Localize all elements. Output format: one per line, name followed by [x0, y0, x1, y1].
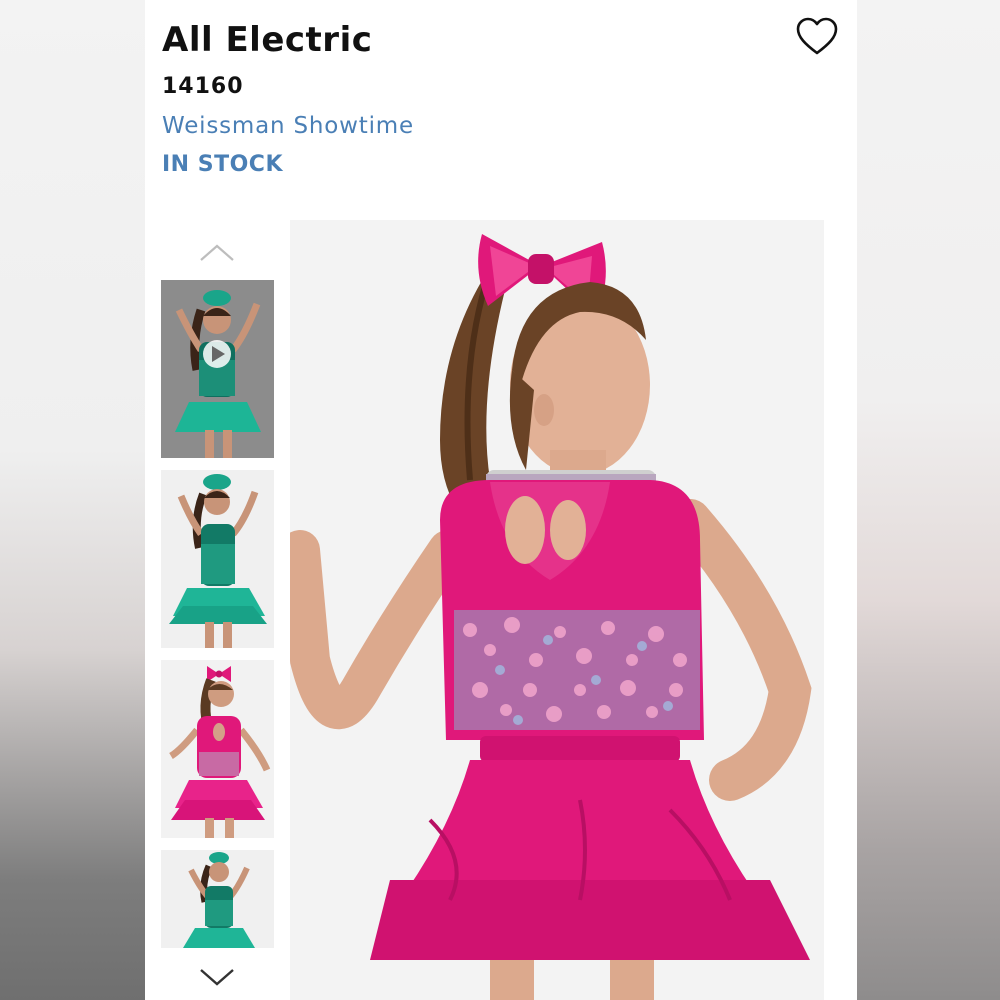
gallery-thumbnail-4[interactable] — [161, 850, 274, 948]
product-panel: All Electric 14160 Weissman Showtime IN … — [145, 0, 857, 1000]
right-background — [857, 0, 1000, 1000]
product-sku: 14160 — [162, 74, 244, 99]
gallery-thumbnail-2[interactable] — [161, 470, 274, 648]
gallery-thumbnail-3[interactable] — [161, 660, 274, 838]
gallery-thumbnail-1[interactable] — [161, 280, 274, 458]
heart-outline-icon[interactable] — [795, 16, 839, 58]
left-background — [0, 0, 145, 1000]
stock-status: IN STOCK — [162, 152, 284, 177]
product-title: All Electric — [162, 20, 373, 60]
chevron-up-icon[interactable] — [197, 240, 237, 264]
chevron-down-icon[interactable] — [197, 966, 237, 990]
main-product-image[interactable] — [290, 220, 824, 1000]
brand-link[interactable]: Weissman Showtime — [162, 113, 414, 139]
